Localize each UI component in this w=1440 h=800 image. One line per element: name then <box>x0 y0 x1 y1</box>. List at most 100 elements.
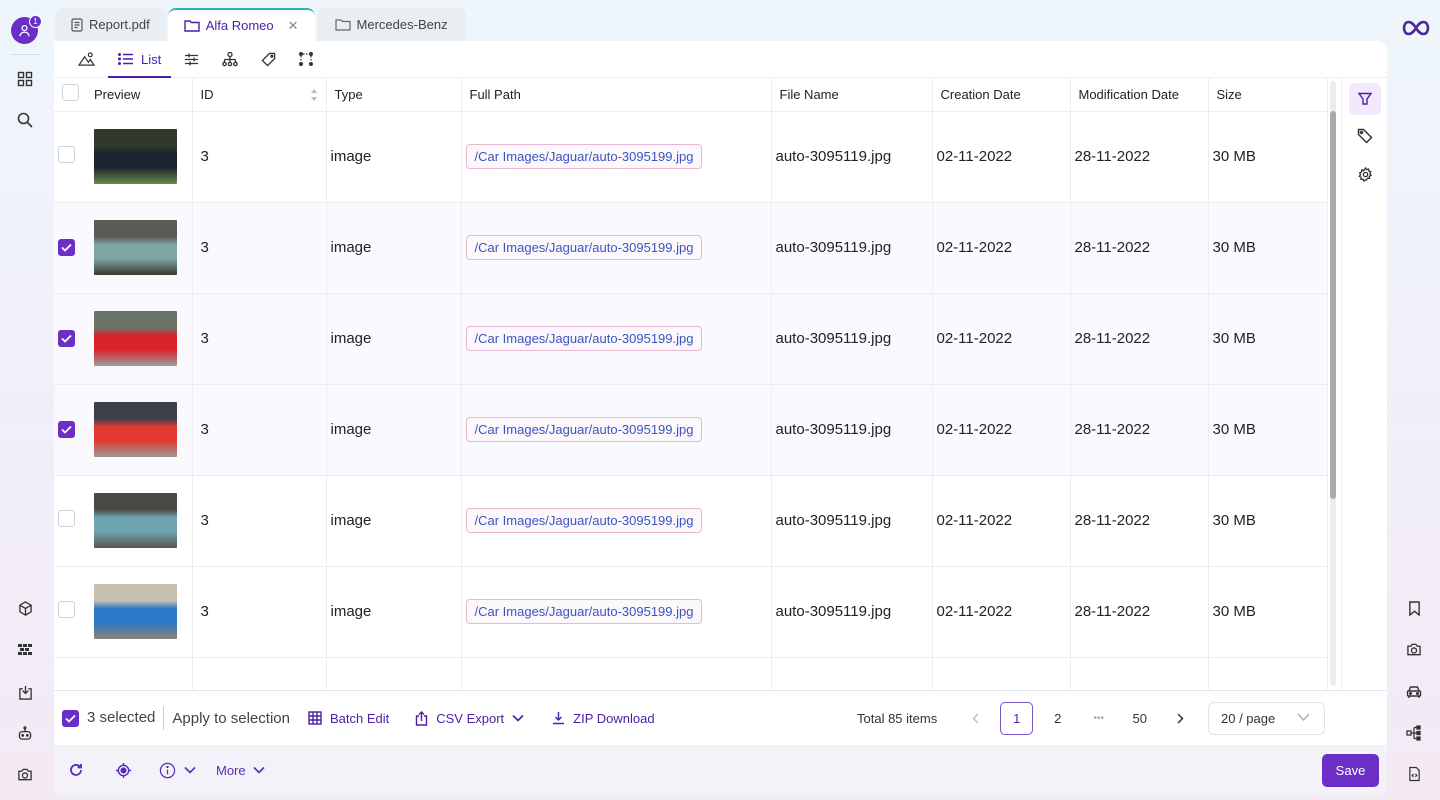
row-checkbox[interactable] <box>58 601 75 618</box>
left-rail: 1 <box>0 0 50 800</box>
id-cell <box>192 657 327 690</box>
preview-thumbnail[interactable] <box>94 584 177 639</box>
info-dropdown-button[interactable] <box>159 762 196 779</box>
dashboard-button[interactable] <box>12 66 38 92</box>
selection-checkbox[interactable] <box>62 709 79 727</box>
size-cell: 30 MB <box>1208 475 1328 567</box>
preview-thumbnail[interactable] <box>94 402 177 457</box>
table-row[interactable]: 3 image/Car Images/Jaguar/auto-3095199.jp… <box>54 384 1328 476</box>
table-row[interactable]: 3 image/Car Images/Jaguar/auto-3095199.jp… <box>54 475 1328 567</box>
page-size-select[interactable]: 20 / page <box>1208 702 1325 735</box>
tab-alfa-romeo[interactable]: Alfa Romeo ✕ <box>167 8 315 41</box>
file-name-cell <box>771 657 933 690</box>
sort-icon[interactable] <box>310 88 318 102</box>
chevron-down-icon <box>253 766 265 774</box>
full-path-link[interactable]: /Car Images/Jaguar/auto-3095199.jpg <box>465 508 703 533</box>
save-button[interactable]: Save <box>1322 754 1379 787</box>
filter-button[interactable] <box>1349 83 1381 115</box>
row-checkbox[interactable] <box>58 330 75 347</box>
code-file-button[interactable] <box>1401 761 1427 787</box>
select-all-checkbox[interactable] <box>62 84 79 102</box>
page-1-button[interactable]: 1 <box>1000 702 1034 735</box>
modification-date-cell: 28-11-2022 <box>1070 566 1209 658</box>
page-50-button[interactable]: 50 <box>1123 702 1156 735</box>
column-header-creation-date[interactable]: Creation Date <box>932 78 1071 112</box>
bot-button[interactable] <box>12 720 38 746</box>
preview-thumbnail[interactable] <box>94 220 177 275</box>
packages-button[interactable] <box>12 595 38 621</box>
next-page-button[interactable] <box>1164 702 1197 735</box>
column-header-file-name[interactable]: File Name <box>771 78 933 112</box>
refresh-button[interactable] <box>69 763 83 777</box>
graph-view-button[interactable] <box>289 41 323 78</box>
full-path-link[interactable]: /Car Images/Jaguar/auto-3095199.jpg <box>465 144 703 169</box>
modification-date-cell: 28-11-2022 <box>1070 384 1209 476</box>
type-cell: image <box>326 293 462 385</box>
close-tab-icon[interactable]: ✕ <box>288 18 299 34</box>
column-header-modification-date[interactable]: Modification Date <box>1070 78 1209 112</box>
full-path-link[interactable]: /Car Images/Jaguar/auto-3095199.jpg <box>465 417 703 442</box>
table-row[interactable] <box>54 657 1328 690</box>
preview-thumbnail[interactable] <box>94 129 177 184</box>
gear-icon <box>1357 166 1372 182</box>
tab-mercedes-benz[interactable]: Mercedes-Benz <box>316 8 466 41</box>
bricks-button[interactable] <box>12 636 38 662</box>
page-ellipsis[interactable]: ••• <box>1082 702 1115 735</box>
camera-button[interactable] <box>12 761 38 787</box>
column-header-type[interactable]: Type <box>326 78 462 112</box>
column-header-full-path[interactable]: Full Path <box>461 78 772 112</box>
creation-date-cell: 02-11-2022 <box>932 293 1071 385</box>
hierarchy-view-button[interactable] <box>212 41 248 78</box>
preview-thumbnail[interactable] <box>94 311 177 366</box>
more-dropdown-button[interactable]: More <box>216 763 265 778</box>
zip-download-button[interactable]: ZIP Download <box>552 711 655 726</box>
import-button[interactable] <box>12 679 38 705</box>
chevron-right-icon <box>1177 713 1184 724</box>
file-name-cell: auto-3095119.jpg <box>771 384 933 476</box>
preview-thumbnail[interactable] <box>94 493 177 548</box>
check-icon <box>61 243 72 252</box>
filters-view-button[interactable] <box>174 41 209 78</box>
table-row[interactable]: 3 image/Car Images/Jaguar/auto-3095199.jp… <box>54 566 1328 658</box>
bookmark-button[interactable] <box>1401 595 1427 621</box>
refresh-icon <box>70 764 82 776</box>
tags-view-button[interactable] <box>251 41 286 78</box>
full-path-link[interactable]: /Car Images/Jaguar/auto-3095199.jpg <box>465 599 703 624</box>
file-name-cell: auto-3095119.jpg <box>771 566 933 658</box>
column-header-id[interactable]: ID <box>192 78 327 112</box>
list-view-button[interactable]: List <box>108 41 172 78</box>
creation-date-cell: 02-11-2022 <box>932 384 1071 476</box>
row-checkbox[interactable] <box>58 239 75 256</box>
row-checkbox[interactable] <box>58 510 75 527</box>
locate-button[interactable] <box>115 762 132 779</box>
row-checkbox[interactable] <box>58 146 75 163</box>
row-select-cell <box>54 293 84 385</box>
vehicle-button[interactable] <box>1401 679 1427 705</box>
full-path-link[interactable]: /Car Images/Jaguar/auto-3095199.jpg <box>465 326 703 351</box>
search-button[interactable] <box>12 107 38 133</box>
page-2-button[interactable]: 2 <box>1041 702 1074 735</box>
tree-button[interactable] <box>1401 720 1427 746</box>
csv-export-button[interactable]: CSV Export <box>415 711 524 726</box>
scrollbar-thumb[interactable] <box>1330 111 1336 499</box>
full-path-link[interactable]: /Car Images/Jaguar/auto-3095199.jpg <box>465 235 703 260</box>
type-cell <box>326 657 462 690</box>
prev-page-button[interactable] <box>959 702 992 735</box>
table-scrollbar[interactable] <box>1330 81 1336 686</box>
table-row[interactable]: 3 image/Car Images/Jaguar/auto-3095199.jp… <box>54 111 1328 203</box>
code-file-icon <box>1408 766 1420 782</box>
table-row[interactable]: 3 image/Car Images/Jaguar/auto-3095199.jp… <box>54 202 1328 294</box>
more-label: More <box>216 762 246 778</box>
table-row[interactable]: 3 image/Car Images/Jaguar/auto-3095199.jp… <box>54 293 1328 385</box>
settings-button[interactable] <box>1349 158 1381 190</box>
gallery-view-button[interactable] <box>68 41 105 78</box>
modification-date-cell: 28-11-2022 <box>1070 202 1209 294</box>
path-cell: /Car Images/Jaguar/auto-3095199.jpg <box>461 384 772 476</box>
column-header-preview[interactable]: Preview <box>84 78 193 112</box>
tab-report-pdf[interactable]: Report.pdf <box>55 8 166 41</box>
row-checkbox[interactable] <box>58 421 75 438</box>
snapshot-button[interactable] <box>1401 636 1427 662</box>
tag-button[interactable] <box>1349 120 1381 152</box>
column-header-size[interactable]: Size <box>1208 78 1328 112</box>
batch-edit-button[interactable]: Batch Edit <box>308 711 389 726</box>
